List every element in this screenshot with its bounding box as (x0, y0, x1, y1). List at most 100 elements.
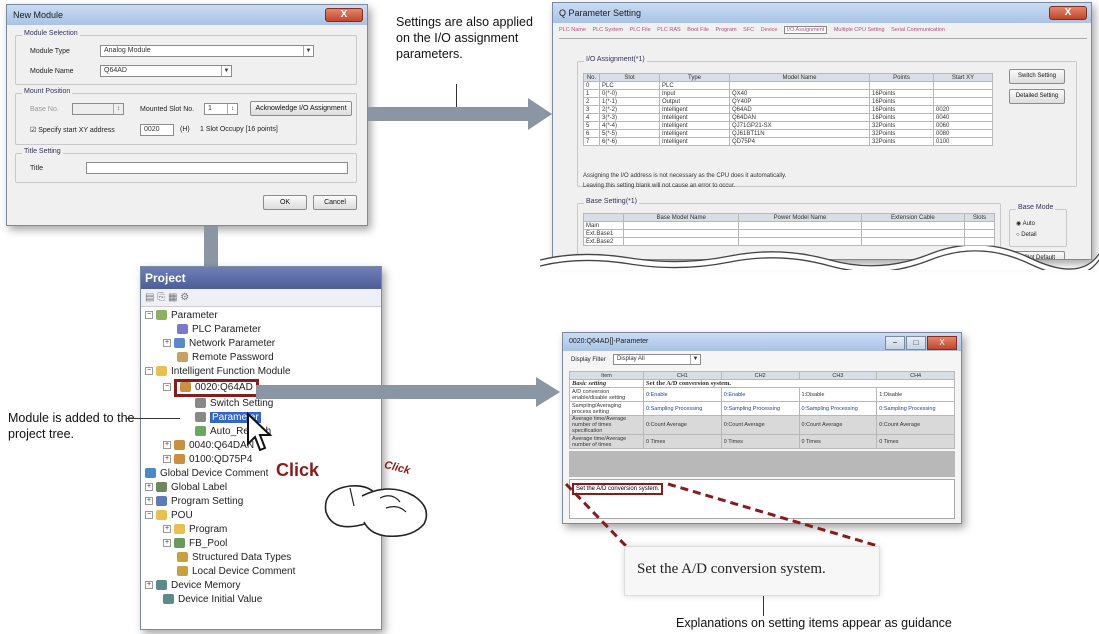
table-row[interactable]: Sampling/Averaging process setting 0:Sam… (569, 401, 955, 416)
expand-icon[interactable]: + (145, 497, 153, 506)
tab-io-assignment[interactable]: I/O Assignment (784, 26, 828, 34)
table-cell (622, 229, 740, 238)
expand-icon[interactable]: + (163, 441, 171, 450)
table-row[interactable]: 4 3(*-3) Intelligent Q64DAN 16Points 0040 (583, 113, 993, 122)
table-cell (933, 97, 993, 106)
collapse-icon[interactable]: − (145, 311, 153, 320)
column-header: Power Model Name (738, 213, 862, 222)
expand-icon[interactable]: + (163, 339, 171, 348)
table-cell[interactable]: 0:Sampling Processing (643, 401, 722, 416)
tree-item-qd75p4[interactable]: +0100:QD75P4 (163, 453, 252, 467)
close-button[interactable]: X (1049, 6, 1087, 20)
tab-plc-ras[interactable]: PLC RAS (657, 27, 681, 33)
table-row[interactable]: 6 5(*-5) Intelligent QJ61BT11N 32Points 0080 (583, 129, 993, 138)
expand-icon[interactable]: + (145, 483, 153, 492)
tree-item-local-device-comment[interactable]: Local Device Comment (177, 565, 295, 579)
close-button[interactable]: X (325, 8, 363, 22)
tree-item-plc-parameter[interactable]: PLC Parameter (177, 323, 261, 337)
table-row[interactable]: Average time/Average number of times spe… (569, 415, 955, 435)
tree-item-parameter[interactable]: − Parameter (145, 309, 218, 323)
table-cell[interactable]: 0 Times (643, 434, 722, 449)
copy-icon[interactable]: ⎘ (157, 292, 165, 303)
table-cell[interactable]: 1:Disable (876, 387, 955, 402)
table-cell[interactable]: 0:Count Average (876, 415, 955, 435)
table-row[interactable]: 3 2(*-2) Intelligent Q64AD 16Points 0020 (583, 105, 993, 114)
display-filter-select[interactable]: Display All ▼ (613, 354, 701, 365)
tab-plc-system[interactable]: PLC System (592, 27, 623, 33)
table-row[interactable]: 1 0(*-0) Input QX40 16Points (583, 89, 993, 98)
tab-program[interactable]: Program (716, 27, 737, 33)
tree-item-pou[interactable]: − POU (145, 509, 193, 523)
specify-start-checkbox[interactable]: ☑ Specify start XY address (30, 126, 115, 134)
module-name-select[interactable]: Q64AD ▼ (100, 65, 232, 77)
table-row[interactable]: A/D conversion enable/disable setting 0:… (569, 387, 955, 402)
expand-icon[interactable]: + (163, 539, 171, 548)
table-row[interactable]: 2 1(*-1) Output QY40P 16Points (583, 97, 993, 106)
tab-device[interactable]: Device (761, 27, 778, 33)
mounted-slot-value: 1 (208, 105, 212, 112)
switch-setting-button[interactable]: Switch Setting (1009, 69, 1065, 84)
column-header: CH2 (720, 371, 800, 380)
table-row[interactable]: Ext.Base1 (583, 229, 995, 238)
table-cell[interactable]: 0 Times (798, 434, 878, 449)
tree-item-fb-pool[interactable]: + FB_Pool (163, 537, 227, 551)
acknowledge-io-button[interactable]: Acknowledge I/O Assignment (250, 101, 352, 116)
expand-icon[interactable]: + (163, 525, 171, 534)
tab-plc-file[interactable]: PLC File (630, 27, 651, 33)
expand-icon[interactable]: + (163, 455, 171, 464)
ok-button[interactable]: OK (263, 195, 307, 210)
tab-sfc[interactable]: SFC (743, 27, 754, 33)
new-item-icon[interactable]: ▤ (145, 292, 154, 303)
table-cell[interactable]: 0:Count Average (798, 415, 878, 435)
minimize-icon[interactable]: − (885, 336, 905, 350)
collapse-icon[interactable]: − (163, 383, 171, 392)
table-cell[interactable]: 0 Times (720, 434, 800, 449)
cancel-button[interactable]: Cancel (313, 195, 357, 210)
table-cell[interactable]: 0:Count Average (643, 415, 722, 435)
table-row[interactable]: 7 6(*-6) Intelligent QD75P4 32Points 0100 (583, 137, 993, 146)
table-cell[interactable]: 0:Sampling Processing (876, 401, 955, 416)
table-row[interactable]: Main (583, 221, 995, 230)
tree-item-device-memory[interactable]: + Device Memory (145, 579, 240, 593)
table-cell[interactable]: 0:Sampling Processing (720, 401, 800, 416)
tree-item-q64dan[interactable]: +0040:Q64DAN (163, 439, 254, 453)
tree-item-program-setting[interactable]: + Program Setting (145, 495, 243, 509)
close-icon[interactable]: X (927, 336, 957, 350)
auto-radio[interactable]: ◉ Auto (1016, 220, 1035, 227)
title-input[interactable] (86, 162, 348, 174)
properties-icon[interactable]: ⚙ (180, 292, 189, 303)
base-no-field[interactable]: ↕ (72, 103, 124, 115)
collapse-icon[interactable]: − (145, 511, 153, 520)
collapse-icon[interactable]: − (145, 367, 153, 376)
mounted-slot-field[interactable]: 1 ↕ (204, 103, 238, 115)
tree-item-device-initial-value[interactable]: Device Initial Value (163, 593, 262, 607)
tree-item-structured-data-types[interactable]: Structured Data Types (177, 551, 291, 565)
module-type-select[interactable]: Analog Module ▼ (100, 45, 314, 57)
maximize-icon[interactable]: □ (906, 336, 926, 350)
tab-boot-file[interactable]: Boot File (687, 27, 709, 33)
tab-serial-communication[interactable]: Serial Communication (891, 27, 945, 33)
table-cell[interactable]: 1:Disable (798, 387, 878, 402)
tree-item-global-label[interactable]: + Global Label (145, 481, 227, 495)
tree-item-remote-password[interactable]: Remote Password (177, 351, 274, 365)
tree-item-program[interactable]: + Program (163, 523, 227, 537)
tree-item-q64ad[interactable]: − 0020:Q64AD (163, 379, 259, 397)
expand-icon[interactable]: + (145, 581, 153, 590)
tree-item-network-parameter[interactable]: + Network Parameter (163, 337, 275, 351)
detail-radio[interactable]: ○ Detail (1016, 232, 1037, 238)
table-row[interactable]: 0 PLC PLC (583, 81, 993, 90)
table-cell[interactable]: 0:Enable (643, 387, 722, 402)
paste-icon[interactable]: ▦ (168, 292, 177, 303)
table-cell[interactable]: 0:Sampling Processing (798, 401, 878, 416)
start-address-field[interactable]: 0020 (140, 124, 174, 136)
tab-plc-name[interactable]: PLC Name (559, 27, 586, 33)
table-row[interactable]: Average time/Average number of times 0 T… (569, 434, 955, 449)
detailed-setting-button[interactable]: Detailed Setting (1009, 89, 1065, 104)
table-row[interactable]: 5 4(*-4) Intelligent QJ71GP21-SX 32Points 006… (583, 121, 993, 130)
table-cell[interactable]: 0:Enable (720, 387, 800, 402)
table-cell[interactable]: 0:Count Average (720, 415, 800, 435)
tree-item-global-device-comment[interactable]: Global Device Comment (145, 467, 268, 481)
tab-multiple-cpu[interactable]: Multiple CPU Setting (834, 27, 885, 33)
table-cell[interactable]: 0 Times (876, 434, 955, 449)
table-row[interactable]: Ext.Base2 (583, 237, 995, 246)
